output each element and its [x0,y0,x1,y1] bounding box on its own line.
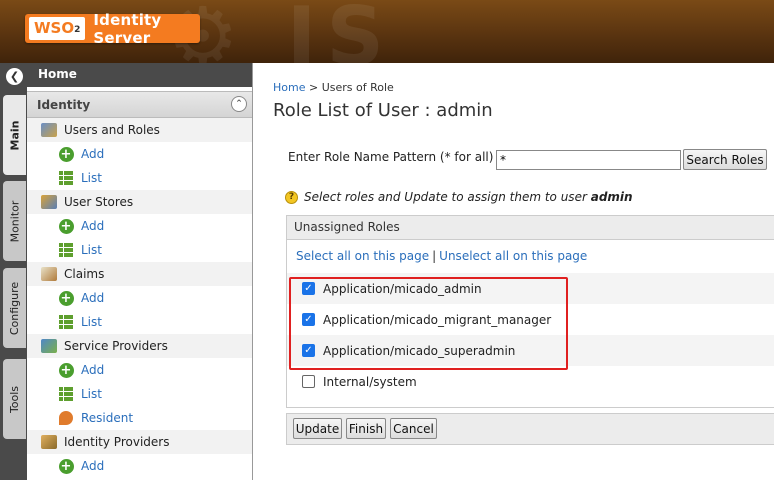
menu-item-label: Add [81,291,105,305]
menu-item-label: Add [81,219,105,233]
menu-item-identity-providers[interactable]: Identity Providers [27,430,252,454]
role-pattern-input[interactable] [496,150,681,170]
app-header: ⚙ IS WSO 2 Identity Server [0,0,774,63]
menu-item-label: Users and Roles [64,123,160,137]
logo-brand: WSO 2 [29,17,86,40]
user-stores-icon [41,194,57,210]
menu-item-label: List [81,243,102,257]
role-row: Internal/system [287,366,774,397]
menu-item-label: Add [81,363,105,377]
menu-item-list[interactable]: List [27,166,252,190]
tab-monitor[interactable]: Monitor [3,181,26,261]
role-row: ✓ Application/micado_superadmin [287,335,774,366]
service-providers-icon [41,338,57,354]
role-list: ✓ Application/micado_admin ✓ Application/mi… [287,273,774,397]
add-icon: + [58,218,74,234]
menu-item-add[interactable]: + Add [27,454,252,478]
menu-items: Users and Roles + Add List User Stores + Add Li… [27,118,252,478]
menu-item-user-stores[interactable]: User Stores [27,190,252,214]
menu-item-list[interactable]: List [27,382,252,406]
add-icon: + [58,290,74,306]
select-links: Select all on this page | Unselect all on … [296,249,588,263]
list-icon [58,314,74,330]
tab-configure[interactable]: Configure [3,268,26,348]
menu-item-label: Claims [64,267,105,281]
collapse-menu-icon[interactable]: ❮ [6,68,23,85]
menu-home[interactable]: Home [27,63,252,87]
menu-item-label: List [81,171,102,185]
claims-icon [41,266,57,282]
role-name: Internal/system [323,374,417,389]
hint-text: ? Select roles and Update to assign them… [285,190,633,204]
header-decoration: ⚙ IS [167,0,394,63]
select-all-link[interactable]: Select all on this page [296,249,429,263]
role-checkbox[interactable] [302,375,315,388]
role-row: ✓ Application/micado_migrant_manager [287,304,774,335]
menu-section-identity[interactable]: Identity ⌃ [27,91,252,118]
list-icon [58,242,74,258]
left-menu: Home Identity ⌃ Users and Roles + Add List U… [27,63,253,480]
menu-item-users-and-roles[interactable]: Users and Roles [27,118,252,142]
menu-item-list[interactable]: List [27,310,252,334]
menu-item-list[interactable]: List [27,238,252,262]
menu-item-label: Resident [81,411,134,425]
add-icon: + [58,458,74,474]
cancel-button[interactable]: Cancel [390,418,437,439]
wso2-logo[interactable]: WSO 2 Identity Server [25,11,200,47]
tab-tools[interactable]: Tools [3,359,26,439]
logo-product: Identity Server [93,10,162,47]
role-row: ✓ Application/micado_admin [287,273,774,304]
breadcrumb: Home > Users of Role [273,81,394,94]
finish-button[interactable]: Finish [346,418,386,439]
identity-providers-icon [41,434,57,450]
role-checkbox[interactable]: ✓ [302,313,315,326]
resident-icon [58,410,74,426]
unassigned-roles-panel: Unassigned Roles Select all on this page… [286,215,774,408]
menu-item-add[interactable]: + Add [27,358,252,382]
role-checkbox[interactable]: ✓ [302,282,315,295]
tab-main[interactable]: Main [3,95,26,175]
role-name: Application/micado_admin [323,281,482,296]
vertical-tab-bar: ❮ Main Monitor Configure Tools [0,63,27,480]
role-name: Application/micado_migrant_manager [323,312,552,327]
update-button[interactable]: Update [293,418,342,439]
users-icon [41,122,57,138]
question-icon: ? [285,190,298,204]
main-content: Home > Users of Role Role List of User :… [253,63,774,480]
menu-item-label: Add [81,459,105,473]
menu-item-label: Service Providers [64,339,168,353]
unselect-all-link[interactable]: Unselect all on this page [439,249,587,263]
search-roles-button[interactable]: Search Roles [683,149,767,170]
menu-item-add[interactable]: + Add [27,286,252,310]
unassigned-roles-header: Unassigned Roles [287,216,774,240]
list-icon [58,386,74,402]
menu-item-label: List [81,315,102,329]
page-title: Role List of User : admin [273,100,493,121]
add-icon: + [58,362,74,378]
menu-item-claims[interactable]: Claims [27,262,252,286]
role-checkbox[interactable]: ✓ [302,344,315,357]
list-icon [58,170,74,186]
breadcrumb-home-link[interactable]: Home [273,81,305,94]
menu-item-label: List [81,387,102,401]
menu-item-service-providers[interactable]: Service Providers [27,334,252,358]
chevron-up-icon[interactable]: ⌃ [231,96,247,112]
menu-item-add[interactable]: + Add [27,142,252,166]
role-pattern-label: Enter Role Name Pattern (* for all) [288,150,494,164]
menu-item-add[interactable]: + Add [27,214,252,238]
menu-item-resident[interactable]: Resident [27,406,252,430]
menu-item-label: Add [81,147,105,161]
breadcrumb-current: Users of Role [321,81,394,94]
role-name: Application/micado_superadmin [323,343,516,358]
menu-item-label: User Stores [64,195,134,209]
menu-item-label: Identity Providers [64,435,170,449]
add-icon: + [58,146,74,162]
